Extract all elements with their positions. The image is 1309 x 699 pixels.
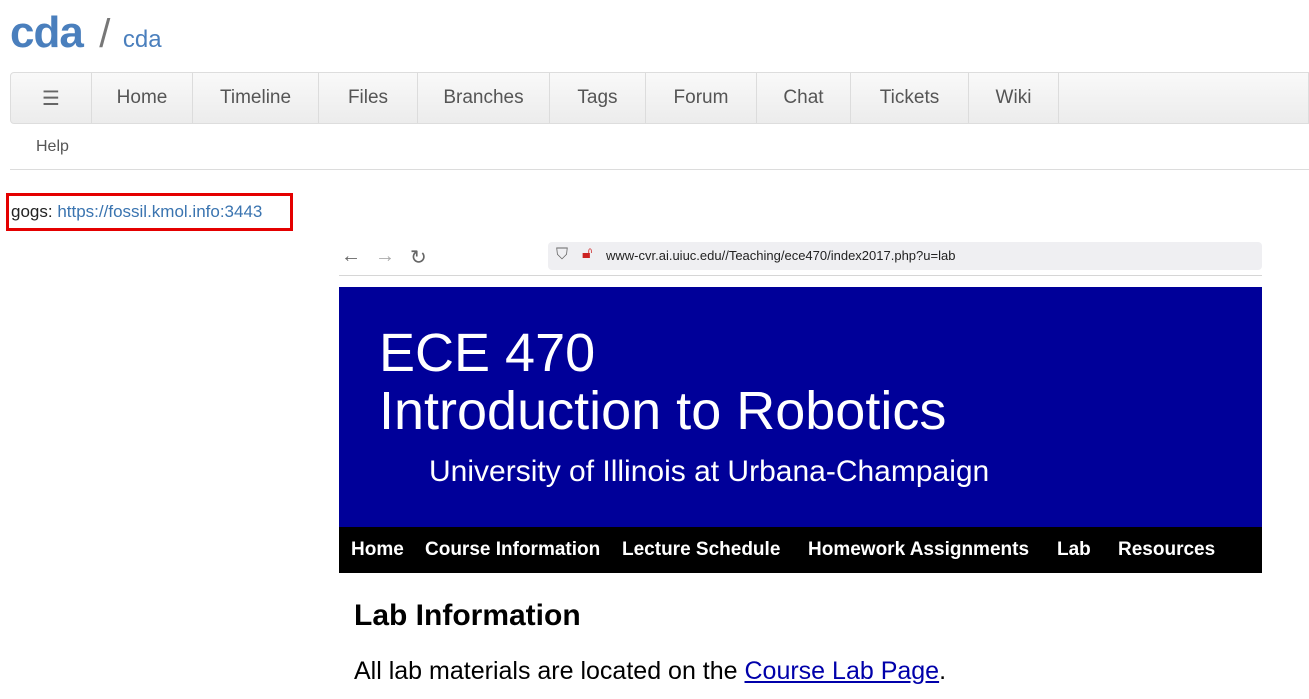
gogs-link[interactable]: https://fossil.kmol.info:3443 [57, 202, 262, 221]
page-name: cda [122, 26, 162, 53]
address-bar[interactable]: ⛉ 🔓︎ www-cvr.ai.uiuc.edu//Teaching/ece47… [548, 242, 1262, 270]
nav-tags[interactable]: Tags [550, 73, 646, 123]
gogs-highlight-box: gogs: https://fossil.kmol.info:3443 [6, 193, 293, 231]
hamburger-icon[interactable]: ☰ [11, 73, 92, 123]
course-title: Introduction to Robotics [379, 381, 947, 441]
nav-home[interactable]: Home [92, 73, 193, 123]
course-code: ECE 470 [379, 323, 596, 383]
course-menu-resources[interactable]: Resources [1118, 539, 1215, 561]
main-navbar: ☰ Home Timeline Files Branches Tags Foru… [10, 72, 1309, 124]
lab-text-before: All lab materials are located on the [354, 657, 745, 685]
nav-branches[interactable]: Branches [418, 73, 550, 123]
nav-tickets[interactable]: Tickets [851, 73, 969, 123]
lab-text-after: . [939, 657, 947, 685]
project-name[interactable]: cda [10, 8, 84, 57]
url-text: www-cvr.ai.uiuc.edu//Teaching/ece470/ind… [606, 248, 956, 263]
shield-icon: ⛉ [556, 246, 569, 263]
course-menu-lab[interactable]: Lab [1057, 539, 1091, 561]
back-arrow-icon[interactable]: ← [341, 245, 361, 268]
nav-divider [10, 169, 1309, 170]
course-menu-course-info[interactable]: Course Information [425, 539, 600, 561]
gogs-label: gogs: [11, 202, 53, 221]
browser-toolbar: ← → ↻ ⛉ 🔓︎ www-cvr.ai.uiuc.edu//Teaching… [339, 241, 1262, 276]
nav-chat[interactable]: Chat [757, 73, 851, 123]
nav-wiki[interactable]: Wiki [969, 73, 1059, 123]
embedded-screenshot: ← → ↻ ⛉ 🔓︎ www-cvr.ai.uiuc.edu//Teaching… [339, 241, 1262, 699]
nav-files[interactable]: Files [319, 73, 418, 123]
forward-arrow-icon[interactable]: → [375, 245, 395, 268]
lab-heading: Lab Information [354, 599, 581, 632]
course-banner: ECE 470 Introduction to Robotics Univers… [339, 287, 1262, 527]
course-menu-home[interactable]: Home [351, 539, 404, 561]
course-menu-lecture-schedule[interactable]: Lecture Schedule [622, 539, 780, 561]
nav-forum[interactable]: Forum [646, 73, 757, 123]
title-separator: / [99, 12, 111, 56]
course-menu-homework[interactable]: Homework Assignments [808, 539, 1029, 561]
insecure-lock-icon: 🔓︎ [582, 245, 593, 262]
reload-icon[interactable]: ↻ [410, 245, 427, 270]
nav-help[interactable]: Help [36, 138, 69, 156]
lab-paragraph: All lab materials are located on the Cou… [354, 657, 946, 686]
nav-timeline[interactable]: Timeline [193, 73, 319, 123]
course-menu: Home Course Information Lecture Schedule… [339, 527, 1262, 573]
course-lab-page-link[interactable]: Course Lab Page [745, 657, 940, 685]
page-title: cda / cda [10, 8, 162, 58]
university-name: University of Illinois at Urbana-Champai… [429, 455, 990, 488]
